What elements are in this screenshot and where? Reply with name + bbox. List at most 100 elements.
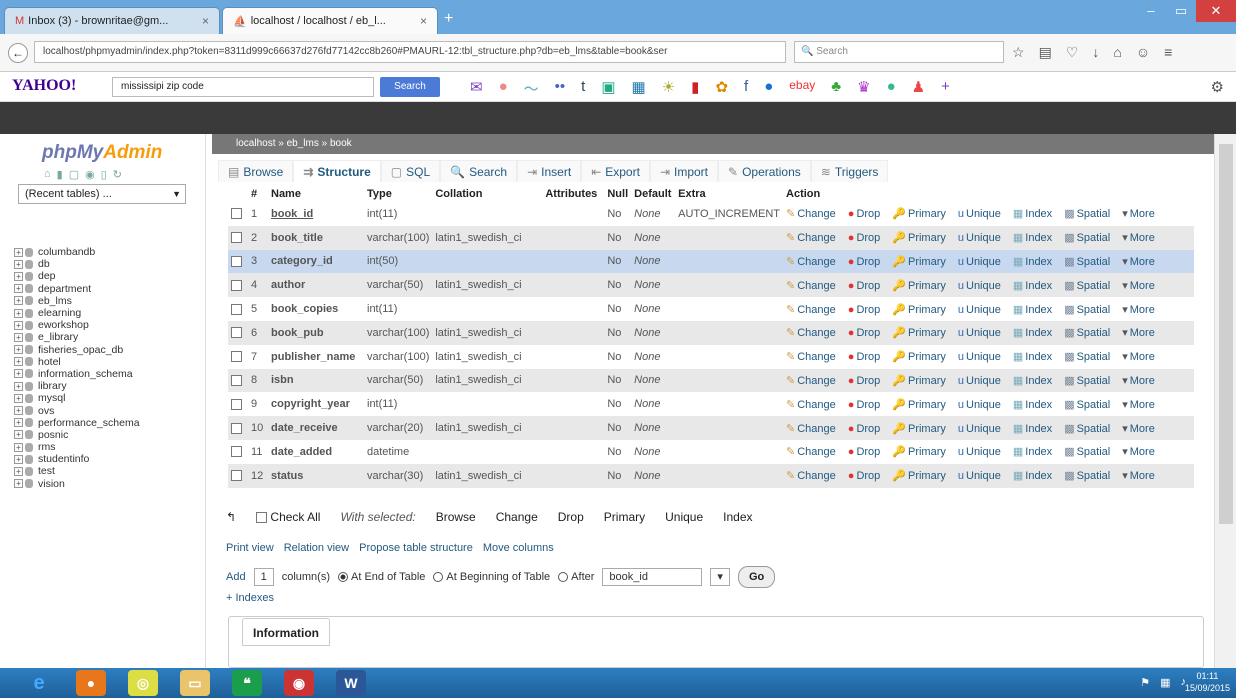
more-action[interactable]: ▾ More: [1122, 208, 1161, 220]
row-checkbox[interactable]: [231, 470, 242, 482]
row-checkbox[interactable]: [231, 303, 242, 315]
network-icon[interactable]: ▦: [1160, 676, 1170, 689]
yahoo-search-button[interactable]: Search: [380, 77, 440, 97]
column-name[interactable]: copyright_year: [268, 392, 364, 417]
expand-icon[interactable]: +: [14, 442, 23, 452]
go-button[interactable]: Go: [737, 566, 776, 588]
change-action[interactable]: ✎ Change: [786, 423, 842, 435]
change-action[interactable]: ✎ Change: [786, 280, 842, 292]
change-action[interactable]: ✎ Change: [786, 375, 842, 387]
column-name[interactable]: date_receive: [268, 416, 364, 440]
drop-action[interactable]: ● Drop: [848, 208, 887, 220]
drop-action[interactable]: ● Drop: [848, 446, 887, 458]
expand-icon[interactable]: +: [14, 357, 23, 367]
tab-operations[interactable]: ✎ Operations: [718, 160, 811, 182]
sidebar-db-item[interactable]: + department: [14, 283, 140, 295]
spatial-action[interactable]: ▩ Spatial: [1064, 327, 1116, 339]
expand-icon[interactable]: +: [14, 284, 23, 294]
index-action[interactable]: ▦ Index: [1013, 375, 1058, 387]
gear-icon[interactable]: ⚙: [1211, 78, 1224, 96]
primary-action[interactable]: 🔑 Primary: [892, 375, 952, 387]
table-row[interactable]: 5 book_copies int(11) No None ✎ Change ● Drop 🔑 Pr…: [228, 297, 1194, 321]
recent-tables-select[interactable]: (Recent tables) ... ▼: [18, 184, 186, 204]
index-action[interactable]: ▦ Index: [1013, 304, 1058, 316]
sidebar-db-item[interactable]: + eb_lms: [14, 295, 140, 307]
tab-triggers[interactable]: ≋ Triggers: [810, 160, 889, 182]
expand-icon[interactable]: +: [14, 393, 23, 403]
primary-action[interactable]: 🔑 Primary: [892, 423, 952, 435]
ebay-icon[interactable]: ebay: [789, 78, 815, 99]
unique-action[interactable]: u Unique: [958, 232, 1007, 244]
sidebar-db-item[interactable]: + mysql: [14, 392, 140, 404]
docs-icon[interactable]: ◉: [85, 168, 95, 181]
table-row[interactable]: 12 status varchar(30) latin1_swedish_ci No No…: [228, 463, 1194, 488]
expand-icon[interactable]: +: [14, 381, 23, 391]
unique-action[interactable]: u Unique: [958, 304, 1007, 316]
more-action[interactable]: ▾ More: [1122, 232, 1161, 244]
settings-icon[interactable]: ✿: [715, 78, 728, 99]
new-tab-button[interactable]: +: [444, 10, 453, 28]
spatial-action[interactable]: ▩ Spatial: [1064, 232, 1116, 244]
table-row[interactable]: 11 date_added datetime No None ✎ Change ● Drop 🔑 P…: [228, 439, 1194, 464]
change-action[interactable]: ✎ Change: [786, 208, 842, 220]
table-row[interactable]: 4 author varchar(50) latin1_swedish_ci No Non…: [228, 273, 1194, 298]
query-icon[interactable]: ▢: [69, 168, 79, 181]
clock[interactable]: 01:11 15/09/2015: [1185, 670, 1230, 694]
index-action[interactable]: ▦ Index: [1013, 351, 1058, 363]
back-icon[interactable]: ←: [8, 43, 28, 63]
sidebar-db-item[interactable]: + rms: [14, 441, 140, 453]
scrollbar[interactable]: [1214, 134, 1236, 668]
index-action[interactable]: ▦ Index: [1013, 470, 1058, 482]
sidebar-db-item[interactable]: + e_library: [14, 331, 140, 343]
drop-action[interactable]: ● Drop: [848, 304, 887, 316]
sidebar-db-item[interactable]: + information_schema: [14, 368, 140, 380]
relation-view-link[interactable]: Relation view: [284, 542, 349, 554]
firefox-icon[interactable]: ●: [76, 670, 106, 696]
tab-sql[interactable]: ▢ SQL: [380, 160, 441, 182]
expand-icon[interactable]: +: [14, 418, 23, 428]
change-action[interactable]: ✎ Change: [786, 399, 842, 411]
sidebar-db-item[interactable]: + performance_schema: [14, 417, 140, 429]
row-checkbox[interactable]: [231, 446, 242, 458]
expand-icon[interactable]: +: [14, 320, 23, 330]
primary-action[interactable]: 🔑 Primary: [892, 351, 952, 363]
more-action[interactable]: ▾ More: [1122, 470, 1161, 482]
index-action[interactable]: ▦ Index: [1013, 399, 1058, 411]
primary-action[interactable]: 🔑 Primary: [892, 280, 952, 292]
more-action[interactable]: ▾ More: [1122, 351, 1161, 363]
change-action[interactable]: ✎ Change: [786, 351, 842, 363]
games-icon[interactable]: ♛: [857, 78, 870, 99]
unique-action[interactable]: u Unique: [958, 399, 1007, 411]
sidebar-db-item[interactable]: + elearning: [14, 307, 140, 319]
bulk-primary-button[interactable]: Primary: [604, 510, 645, 524]
unique-action[interactable]: u Unique: [958, 423, 1007, 435]
row-checkbox[interactable]: [231, 351, 242, 363]
unique-action[interactable]: u Unique: [958, 327, 1007, 339]
radio-at-beginning[interactable]: At Beginning of Table: [433, 571, 550, 583]
index-action[interactable]: ▦ Index: [1013, 327, 1058, 339]
unique-action[interactable]: u Unique: [958, 375, 1007, 387]
drop-action[interactable]: ● Drop: [848, 399, 887, 411]
table-row[interactable]: 9 copyright_year int(11) No None ✎ Change ● Drop…: [228, 392, 1194, 417]
ie-icon[interactable]: e: [24, 670, 54, 696]
scrollbar-thumb[interactable]: [1219, 144, 1233, 524]
maximize-icon[interactable]: ▭: [1166, 0, 1196, 22]
spatial-action[interactable]: ▩ Spatial: [1064, 208, 1116, 220]
circle-icon[interactable]: ●: [764, 78, 773, 99]
table-row[interactable]: 8 isbn varchar(50) latin1_swedish_ci No None ✎…: [228, 368, 1194, 393]
index-action[interactable]: ▦ Index: [1013, 423, 1058, 435]
sidebar-db-item[interactable]: + library: [14, 380, 140, 392]
table-row[interactable]: 7 publisher_name varchar(100) latin1_swedis…: [228, 344, 1194, 369]
unique-action[interactable]: u Unique: [958, 446, 1007, 458]
sidebar-db-item[interactable]: + posnic: [14, 429, 140, 441]
column-name[interactable]: category_id: [268, 249, 364, 274]
pma-logo[interactable]: phpMyAdmin: [42, 142, 162, 164]
indexes-link[interactable]: + Indexes: [226, 592, 274, 604]
unique-action[interactable]: u Unique: [958, 280, 1007, 292]
reader-icon[interactable]: ▤: [1039, 44, 1052, 61]
unique-action[interactable]: u Unique: [958, 470, 1007, 482]
unique-action[interactable]: u Unique: [958, 256, 1007, 268]
basketball-icon[interactable]: ●: [499, 78, 508, 99]
drop-action[interactable]: ● Drop: [848, 280, 887, 292]
leaf-icon[interactable]: ♣: [831, 78, 841, 99]
